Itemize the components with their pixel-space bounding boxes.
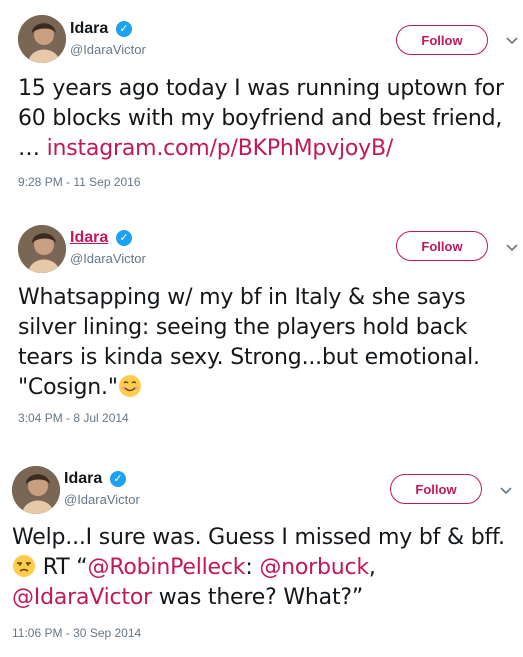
user-handle[interactable]: @IdaraVictor bbox=[70, 42, 146, 58]
mention-link[interactable]: @IdaraVictor bbox=[12, 585, 152, 610]
timestamp[interactable]: 11:06 PM - 30 Sep 2014 bbox=[12, 625, 141, 641]
unamused-face-emoji-icon bbox=[12, 554, 36, 578]
tweet-line: silver lining: seeing the players hold b… bbox=[18, 315, 468, 340]
tweet-line: Welp...I sure was. Guess I missed my bf … bbox=[12, 525, 505, 550]
user-handle[interactable]: @IdaraVictor bbox=[64, 492, 140, 508]
follow-button[interactable]: Follow bbox=[396, 25, 488, 55]
follow-button[interactable]: Follow bbox=[396, 231, 488, 261]
user-handle[interactable]: @IdaraVictor bbox=[70, 251, 146, 267]
chevron-down-icon[interactable] bbox=[505, 33, 519, 47]
tweet-line-suffix: was there? What?” bbox=[151, 585, 364, 610]
display-name[interactable]: Idara bbox=[64, 469, 102, 489]
display-name[interactable]: Idara bbox=[70, 19, 108, 39]
separator: : bbox=[245, 555, 260, 580]
verified-icon: ✓ bbox=[116, 21, 132, 37]
chevron-down-icon[interactable] bbox=[499, 483, 513, 497]
avatar[interactable] bbox=[12, 466, 60, 514]
tweet-link[interactable]: instagram.com/p/BKPhMpvjoyB/ bbox=[47, 136, 394, 161]
tweet-text: 15 years ago today I was running uptown … bbox=[18, 74, 504, 164]
verified-icon: ✓ bbox=[110, 471, 126, 487]
chevron-down-icon[interactable] bbox=[505, 240, 519, 254]
retweet-prefix: RT “ bbox=[36, 555, 88, 580]
timestamp[interactable]: 9:28 PM - 11 Sep 2016 bbox=[18, 174, 141, 190]
tweet-text: Whatsapping w/ my bf in Italy & she says… bbox=[18, 283, 480, 403]
avatar[interactable] bbox=[18, 225, 66, 273]
tweet-text: Welp...I sure was. Guess I missed my bf … bbox=[12, 523, 505, 613]
avatar[interactable] bbox=[18, 15, 66, 63]
mention-link[interactable]: @RobinPelleck bbox=[88, 555, 246, 580]
tweet-line: "Cosign." bbox=[18, 373, 480, 403]
verified-icon: ✓ bbox=[116, 230, 132, 246]
mention-link[interactable]: @norbuck bbox=[259, 555, 369, 580]
tweet-line: 60 blocks with my boyfriend and best fri… bbox=[18, 106, 503, 131]
tweet-line: 15 years ago today I was running uptown … bbox=[18, 76, 504, 101]
follow-button[interactable]: Follow bbox=[390, 474, 482, 504]
ellipsis: … bbox=[18, 136, 47, 161]
tweet-line: @IdaraVictor was there? What?” bbox=[12, 583, 505, 613]
tweet-line: Whatsapping w/ my bf in Italy & she says bbox=[18, 285, 466, 310]
display-name[interactable]: Idara bbox=[70, 228, 108, 248]
tweet-line: … instagram.com/p/BKPhMpvjoyB/ bbox=[18, 134, 504, 164]
quote-text: "Cosign." bbox=[18, 375, 118, 400]
timestamp[interactable]: 3:04 PM - 8 Jul 2014 bbox=[18, 410, 129, 426]
separator: , bbox=[368, 555, 376, 580]
tweet-line: RT “@RobinPelleck: @norbuck, bbox=[12, 553, 505, 583]
smiling-face-emoji-icon bbox=[118, 374, 142, 398]
tweet-line: tears is kinda sexy. Strong...but emotio… bbox=[18, 345, 480, 370]
